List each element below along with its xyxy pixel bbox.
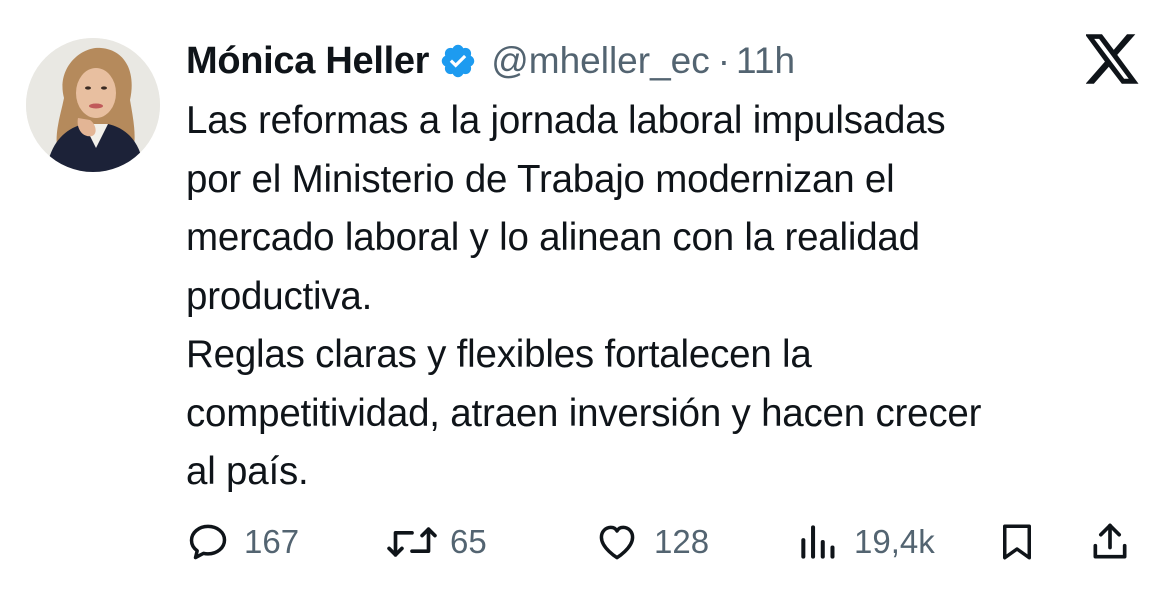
bookmark-button[interactable] xyxy=(996,512,1038,572)
tweet-text-line: competitividad, atraen inversión y hacen… xyxy=(186,391,982,435)
tweet-text-line: mercado laboral y lo alinean con la real… xyxy=(186,216,920,259)
tweet-text-line: por el Ministerio de Trabajo modernizan … xyxy=(186,157,895,201)
share-icon xyxy=(1093,523,1127,559)
tweet-text: Las reformas a la jornada laboral impuls… xyxy=(186,92,1146,502)
views-count: 19,4k xyxy=(854,523,935,560)
heart-icon xyxy=(599,525,635,560)
tweet-header: Mónica Heller @mheller_ec · 11h xyxy=(186,36,795,86)
action-bar: 167 65 128 19,4k xyxy=(0,512,1170,572)
tweet-card[interactable]: Mónica Heller @mheller_ec · 11h Las refo… xyxy=(0,0,1170,613)
tweet-text-line: al país. xyxy=(186,450,309,493)
tweet-text-line: productiva. xyxy=(186,274,373,318)
profile-photo xyxy=(26,38,160,172)
share-button[interactable] xyxy=(1088,512,1132,572)
handle[interactable]: @mheller_ec xyxy=(491,40,710,82)
separator-dot: · xyxy=(717,40,731,81)
verified-badge-icon xyxy=(439,42,477,80)
views-button[interactable]: 19,4k xyxy=(796,512,935,572)
timestamp[interactable]: 11h xyxy=(736,40,795,82)
x-logo-icon xyxy=(1084,34,1140,84)
tweet-text-line: Las reformas a la jornada laboral impuls… xyxy=(186,99,946,142)
like-button[interactable]: 128 xyxy=(594,512,709,572)
reply-icon xyxy=(189,524,227,560)
repost-button[interactable]: 65 xyxy=(384,512,487,572)
bookmark-icon xyxy=(1003,524,1031,560)
views-icon xyxy=(801,525,835,559)
repost-icon xyxy=(387,527,437,557)
avatar[interactable] xyxy=(26,38,160,172)
repost-count: 65 xyxy=(450,523,487,560)
like-count: 128 xyxy=(654,523,710,560)
reply-count: 167 xyxy=(244,523,300,560)
reply-button[interactable]: 167 xyxy=(186,512,299,572)
display-name[interactable]: Mónica Heller xyxy=(186,40,429,83)
tweet-text-line: Reglas claras y flexibles fortalecen la xyxy=(186,333,812,376)
